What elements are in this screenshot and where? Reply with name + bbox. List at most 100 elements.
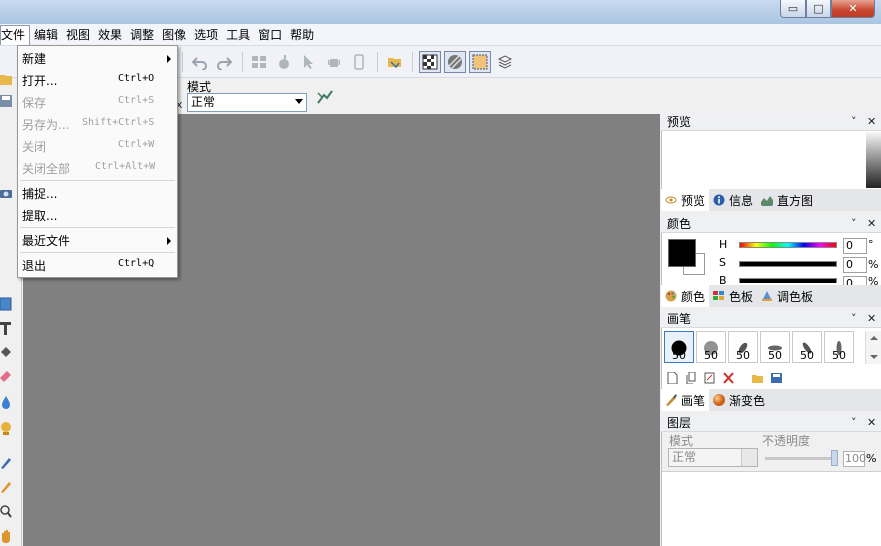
- menu-edit[interactable]: 编辑: [30, 25, 62, 45]
- brush-preset[interactable]: 50: [792, 331, 822, 363]
- brush-tool-icon[interactable]: [0, 454, 12, 470]
- transparency-grid-toggle[interactable]: [419, 51, 441, 73]
- apple-icon[interactable]: [276, 54, 292, 70]
- layers-stack-icon[interactable]: [497, 54, 513, 70]
- tab-brushes[interactable]: 画笔: [661, 389, 710, 411]
- color-picker-drop-icon[interactable]: [0, 394, 12, 410]
- camera-side-icon[interactable]: [0, 186, 12, 200]
- tab-swatches[interactable]: 色板: [709, 285, 757, 307]
- opacity-input[interactable]: 100: [843, 451, 866, 467]
- collapse-icon[interactable]: ˅: [851, 216, 857, 232]
- tab-info[interactable]: 信息: [709, 189, 757, 211]
- pattern-toggle[interactable]: [444, 51, 466, 73]
- menu-item-exit[interactable]: 退出 Ctrl+Q: [18, 254, 177, 276]
- menu-window[interactable]: 窗口: [254, 25, 286, 45]
- brush-preset[interactable]: 50: [664, 331, 694, 363]
- menu-item-new[interactable]: 新建: [18, 47, 177, 69]
- eraser-icon[interactable]: [0, 368, 12, 384]
- blend-mode-select[interactable]: 正常: [187, 93, 307, 112]
- collapse-icon[interactable]: ˅: [851, 415, 857, 431]
- maximize-button[interactable]: □: [806, 0, 831, 18]
- android-icon[interactable]: [326, 54, 342, 70]
- menu-item-save-as[interactable]: 另存为... Shift+Ctrl+S: [18, 113, 177, 135]
- menu-adjust[interactable]: 调整: [126, 25, 158, 45]
- tab-color[interactable]: 颜色: [661, 285, 710, 307]
- collapse-icon[interactable]: ˅: [851, 114, 857, 130]
- close-panel-icon[interactable]: ✕: [867, 216, 876, 232]
- open-folder-icon[interactable]: [387, 54, 403, 70]
- window-controls: ▭ □ ✕: [780, 0, 875, 18]
- brightness-label: B: [719, 274, 727, 285]
- tab-palette[interactable]: 调色板: [757, 285, 817, 307]
- zoom-icon[interactable]: [0, 504, 12, 520]
- layers-list[interactable]: [662, 471, 881, 546]
- menu-item-label: 关闭全部: [22, 162, 71, 176]
- menu-item-close[interactable]: 关闭 Ctrl+W: [18, 135, 177, 157]
- saturation-slider[interactable]: [739, 261, 837, 267]
- menu-item-recent-files[interactable]: 最近文件: [18, 229, 177, 251]
- tab-gradients[interactable]: 渐变色: [709, 389, 769, 411]
- hue-input[interactable]: 0: [843, 238, 867, 254]
- menu-image[interactable]: 图像: [158, 25, 190, 45]
- menu-item-capture[interactable]: 捕捉...: [18, 182, 177, 204]
- menu-help[interactable]: 帮助: [286, 25, 318, 45]
- paintbrush-icon: [666, 394, 677, 406]
- windows-icon[interactable]: [251, 54, 267, 70]
- menu-tools[interactable]: 工具: [222, 25, 254, 45]
- duplicate-brush-icon[interactable]: [686, 372, 697, 384]
- menu-file[interactable]: 文件: [0, 24, 31, 45]
- close-panel-icon[interactable]: ✕: [867, 311, 876, 327]
- menu-item-open[interactable]: 打开... Ctrl+O: [18, 69, 177, 91]
- close-panel-icon[interactable]: ✕: [867, 415, 876, 431]
- brush-size: 50: [704, 349, 718, 362]
- close-panel-icon[interactable]: ✕: [867, 114, 876, 130]
- menu-item-shortcut: Ctrl+Q: [118, 258, 155, 269]
- menu-item-shortcut: Ctrl+O: [118, 73, 155, 84]
- pencil-icon[interactable]: [0, 478, 12, 494]
- hue-label: H: [719, 238, 728, 251]
- brush-scrollbar[interactable]: [865, 331, 881, 364]
- load-brush-icon[interactable]: [752, 372, 763, 384]
- save-brush-icon[interactable]: [771, 372, 782, 384]
- opacity-slider-thumb[interactable]: [831, 450, 838, 466]
- brush-preset[interactable]: 50: [824, 331, 854, 363]
- primary-color-swatch[interactable]: [668, 239, 696, 267]
- cursor-icon[interactable]: [301, 54, 317, 70]
- antialias-icon[interactable]: [316, 89, 334, 105]
- open-file-side-icon[interactable]: [0, 72, 12, 86]
- text-tool-icon[interactable]: [0, 320, 12, 336]
- selection-toggle[interactable]: [469, 51, 491, 73]
- menu-item-extract[interactable]: 提取...: [18, 204, 177, 226]
- redo-icon[interactable]: [216, 54, 232, 70]
- undo-icon[interactable]: [192, 54, 208, 70]
- rectangle-tool-icon[interactable]: [0, 296, 12, 312]
- delete-brush-icon[interactable]: [723, 372, 734, 384]
- menu-item-save[interactable]: 保存 Ctrl+S: [18, 91, 177, 113]
- tab-histogram[interactable]: 直方图: [757, 189, 817, 211]
- menu-view[interactable]: 视图: [62, 25, 94, 45]
- brush-preset[interactable]: 50: [696, 331, 726, 363]
- save-side-icon[interactable]: [0, 94, 12, 108]
- submenu-arrow-icon: [167, 237, 171, 245]
- brightness-slider[interactable]: [739, 278, 837, 283]
- menu-item-close-all[interactable]: 关闭全部 Ctrl+Alt+W: [18, 157, 177, 179]
- stamp-icon[interactable]: [0, 420, 12, 436]
- new-brush-icon[interactable]: [667, 372, 678, 384]
- paint-bucket-icon[interactable]: [0, 344, 12, 360]
- hand-pan-icon[interactable]: [0, 528, 12, 544]
- menu-options[interactable]: 选项: [190, 25, 222, 45]
- tab-preview[interactable]: 预览: [661, 189, 710, 211]
- brush-preset[interactable]: 50: [760, 331, 790, 363]
- collapse-icon[interactable]: ˅: [851, 311, 857, 327]
- opacity-slider[interactable]: [765, 457, 837, 460]
- brush-preset[interactable]: 50: [728, 331, 758, 363]
- hue-slider[interactable]: [739, 242, 837, 248]
- menu-effects[interactable]: 效果: [94, 25, 126, 45]
- brush-properties-icon[interactable]: [704, 372, 715, 384]
- minimize-button[interactable]: ▭: [780, 0, 806, 18]
- layer-blend-select[interactable]: 正常: [668, 448, 758, 467]
- phone-icon[interactable]: [351, 54, 367, 70]
- saturation-input[interactable]: 0: [843, 257, 867, 273]
- close-window-button[interactable]: ✕: [831, 0, 875, 18]
- eye-icon: [665, 196, 677, 204]
